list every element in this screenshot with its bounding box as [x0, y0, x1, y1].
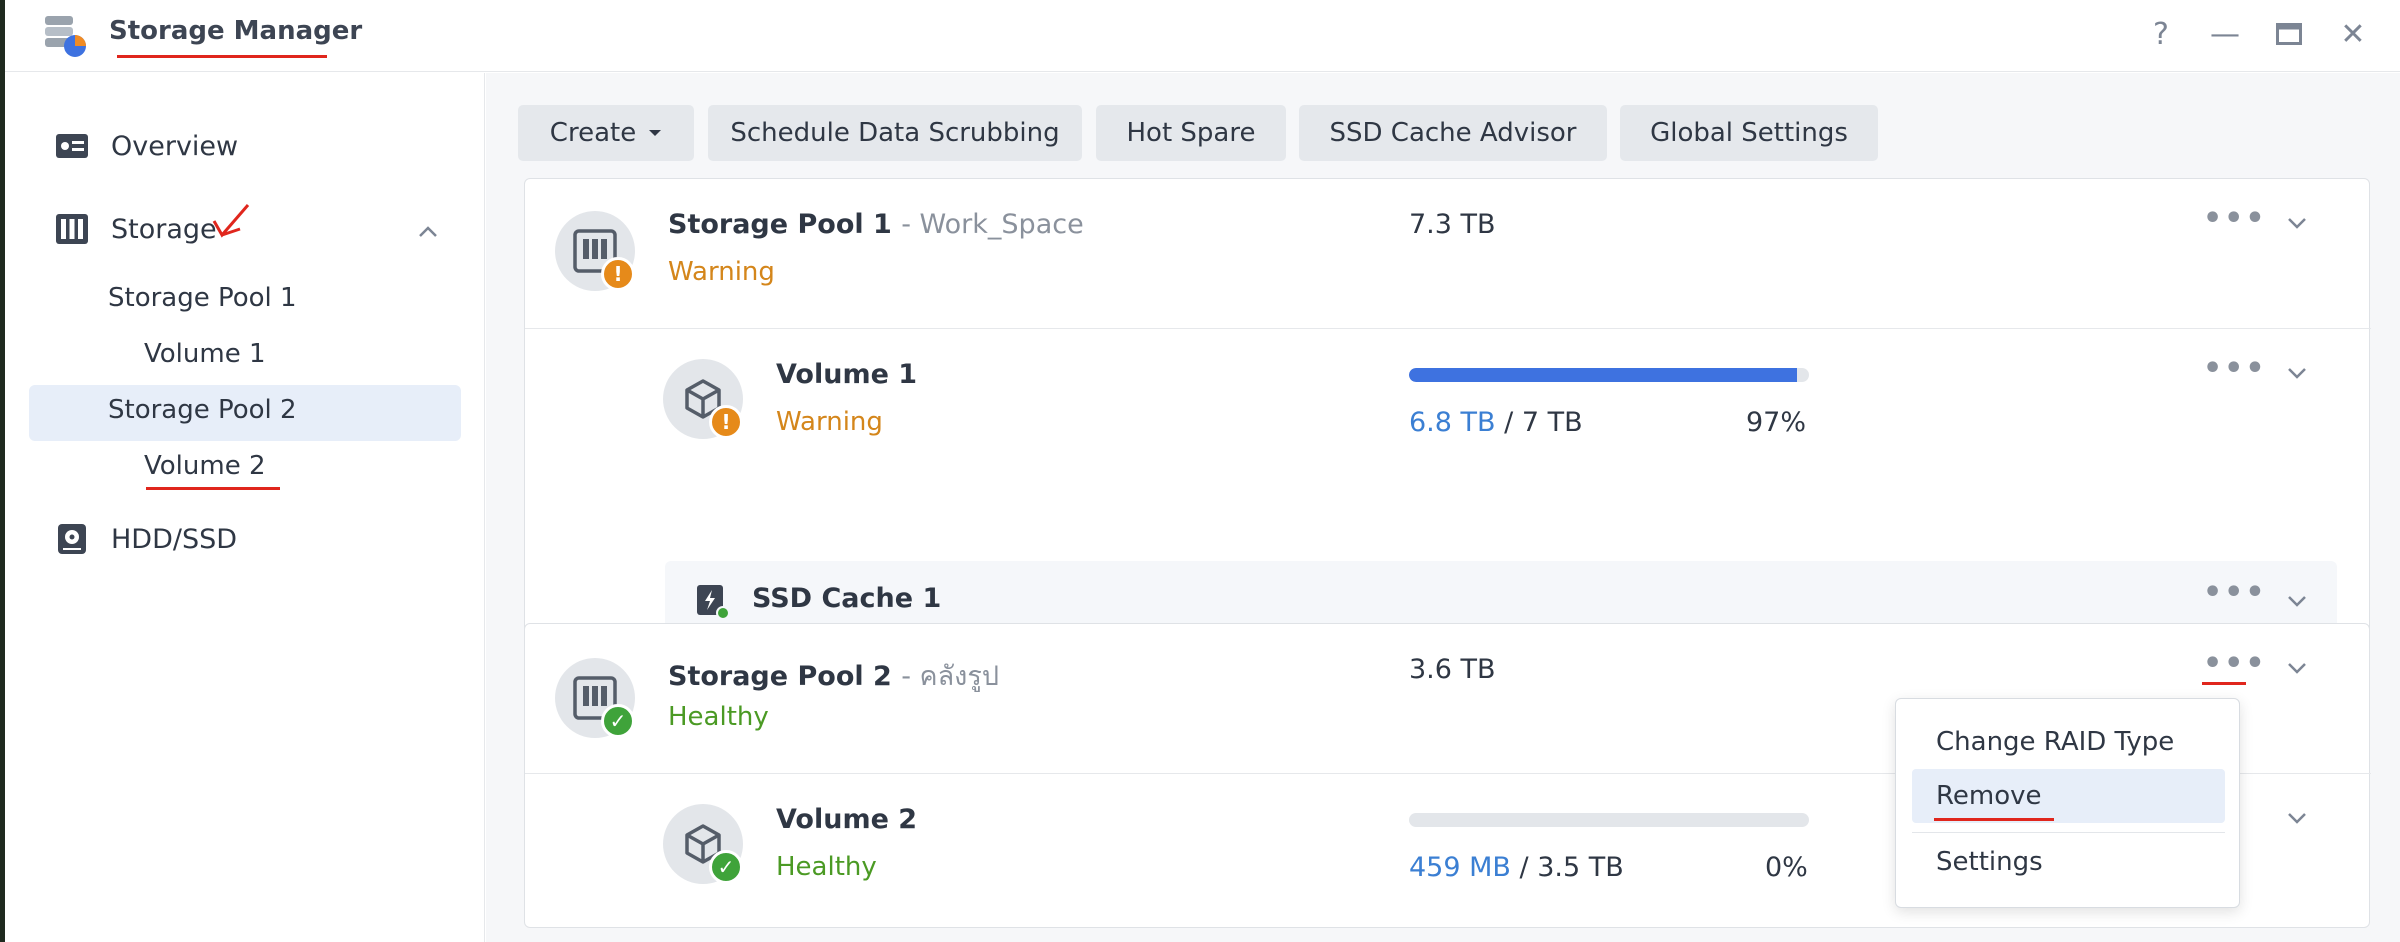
- volume-1-usage-bar: [1409, 368, 1809, 382]
- usage-percent: 0%: [1765, 852, 1808, 883]
- total-amount: / 7 TB: [1504, 407, 1583, 438]
- usage-bar-fill: [1409, 368, 1797, 382]
- menu-item-change-raid-type[interactable]: Change RAID Type: [1936, 727, 2174, 757]
- caret-down-icon: [648, 128, 662, 138]
- storage-pool-1-title[interactable]: Storage Pool 1 - Work_Space: [668, 209, 1084, 240]
- total-amount: / 3.5 TB: [1519, 852, 1624, 883]
- status-text: Warning: [668, 257, 775, 287]
- annotation-underline-remove: [1934, 818, 2054, 821]
- annotation-checkmark: [210, 199, 254, 243]
- more-options-icon[interactable]: •••: [2203, 351, 2267, 386]
- sidebar-item-storage-pool-1[interactable]: Storage Pool 1: [108, 283, 297, 313]
- volume-2-usage-bar: [1409, 813, 1809, 827]
- warning-icon: !: [601, 257, 635, 291]
- annotation-underline-title: [117, 55, 327, 58]
- create-button[interactable]: Create: [518, 105, 694, 161]
- close-button[interactable]: ✕: [2333, 14, 2373, 54]
- menu-item-remove[interactable]: Remove: [1936, 781, 2042, 811]
- hdd-icon: [55, 522, 89, 556]
- usage-percent: 97%: [1746, 407, 1807, 438]
- chevron-down-icon[interactable]: [2282, 208, 2312, 238]
- sidebar-item-volume-2[interactable]: Volume 2: [144, 451, 266, 481]
- volume-2-title[interactable]: Volume 2: [776, 804, 917, 835]
- chevron-down-icon[interactable]: [2282, 358, 2312, 388]
- more-options-icon[interactable]: •••: [2203, 575, 2267, 610]
- sidebar-item-label: Overview: [111, 130, 239, 162]
- sidebar-item-storage[interactable]: Storage: [55, 212, 217, 246]
- menu-divider: [1912, 832, 2225, 833]
- pool-size: 3.6 TB: [1409, 654, 1496, 685]
- more-options-icon[interactable]: •••: [2203, 201, 2267, 236]
- chevron-down-icon[interactable]: [2282, 803, 2312, 833]
- context-menu: Change RAID Type Remove Settings: [1895, 698, 2240, 908]
- global-settings-button[interactable]: Global Settings: [1620, 105, 1878, 161]
- volume-usage: 459 MB / 3.5 TB: [1409, 852, 1624, 883]
- status-text: Healthy: [668, 702, 769, 732]
- storage-manager-window: Storage Manager ? — ✕ Overview Storage S…: [5, 0, 2400, 942]
- storage-pool-1-card: ! Storage Pool 1 - Work_Space Warning 7.…: [524, 178, 2371, 674]
- pool-subtitle: - คลังรูป: [901, 661, 999, 692]
- schedule-data-scrubbing-button[interactable]: Schedule Data Scrubbing: [708, 105, 1082, 161]
- more-options-icon[interactable]: •••: [2203, 646, 2267, 681]
- title-bar: Storage Manager ? — ✕: [5, 0, 2400, 72]
- pool-size: 7.3 TB: [1409, 209, 1496, 240]
- storage-icon: [55, 212, 89, 246]
- ssd-cache-icon: [695, 583, 731, 621]
- overview-icon: [55, 129, 89, 163]
- ssd-cache-advisor-button[interactable]: SSD Cache Advisor: [1299, 105, 1607, 161]
- sidebar-item-storage-pool-2[interactable]: Storage Pool 2: [108, 395, 297, 425]
- hot-spare-button[interactable]: Hot Spare: [1096, 105, 1286, 161]
- sidebar: Overview Storage Storage Pool 1 Volume 1…: [5, 73, 485, 942]
- volume-usage: 6.8 TB / 7 TB: [1409, 407, 1583, 438]
- used-amount: 459 MB: [1409, 852, 1511, 883]
- maximize-button[interactable]: [2269, 14, 2309, 54]
- annotation-underline-volume-2: [146, 487, 280, 490]
- storage-manager-app-icon: [39, 10, 89, 60]
- healthy-check-icon: ✓: [709, 850, 743, 884]
- chevron-down-icon[interactable]: [2282, 586, 2312, 616]
- chevron-down-icon[interactable]: [2282, 653, 2312, 683]
- sidebar-item-label: Storage: [111, 213, 217, 245]
- healthy-check-icon: ✓: [601, 704, 635, 738]
- sidebar-item-volume-1[interactable]: Volume 1: [144, 339, 266, 369]
- ssd-cache-title: SSD Cache 1: [752, 583, 942, 614]
- storage-pool-2-title[interactable]: Storage Pool 2 - คลังรูป: [668, 654, 999, 697]
- app-title: Storage Manager: [109, 16, 363, 46]
- status-text: Healthy: [776, 852, 877, 882]
- divider: [525, 328, 2371, 329]
- chevron-up-icon[interactable]: [413, 217, 443, 247]
- sidebar-item-hdd-ssd[interactable]: HDD/SSD: [55, 522, 237, 556]
- pool-name: Storage Pool 1: [668, 209, 892, 240]
- volume-1-title[interactable]: Volume 1: [776, 359, 917, 390]
- status-text: Warning: [776, 407, 883, 437]
- used-amount: 6.8 TB: [1409, 407, 1496, 438]
- pool-subtitle: - Work_Space: [901, 209, 1084, 240]
- sidebar-item-label: HDD/SSD: [111, 523, 238, 555]
- warning-icon: !: [709, 405, 743, 439]
- minimize-button[interactable]: —: [2205, 14, 2245, 54]
- create-label: Create: [549, 118, 637, 148]
- help-button[interactable]: ?: [2141, 14, 2181, 54]
- annotation-underline-more: [2202, 682, 2246, 685]
- menu-item-settings[interactable]: Settings: [1936, 847, 2043, 877]
- pool-name: Storage Pool 2: [668, 661, 892, 692]
- sidebar-item-overview[interactable]: Overview: [55, 129, 238, 163]
